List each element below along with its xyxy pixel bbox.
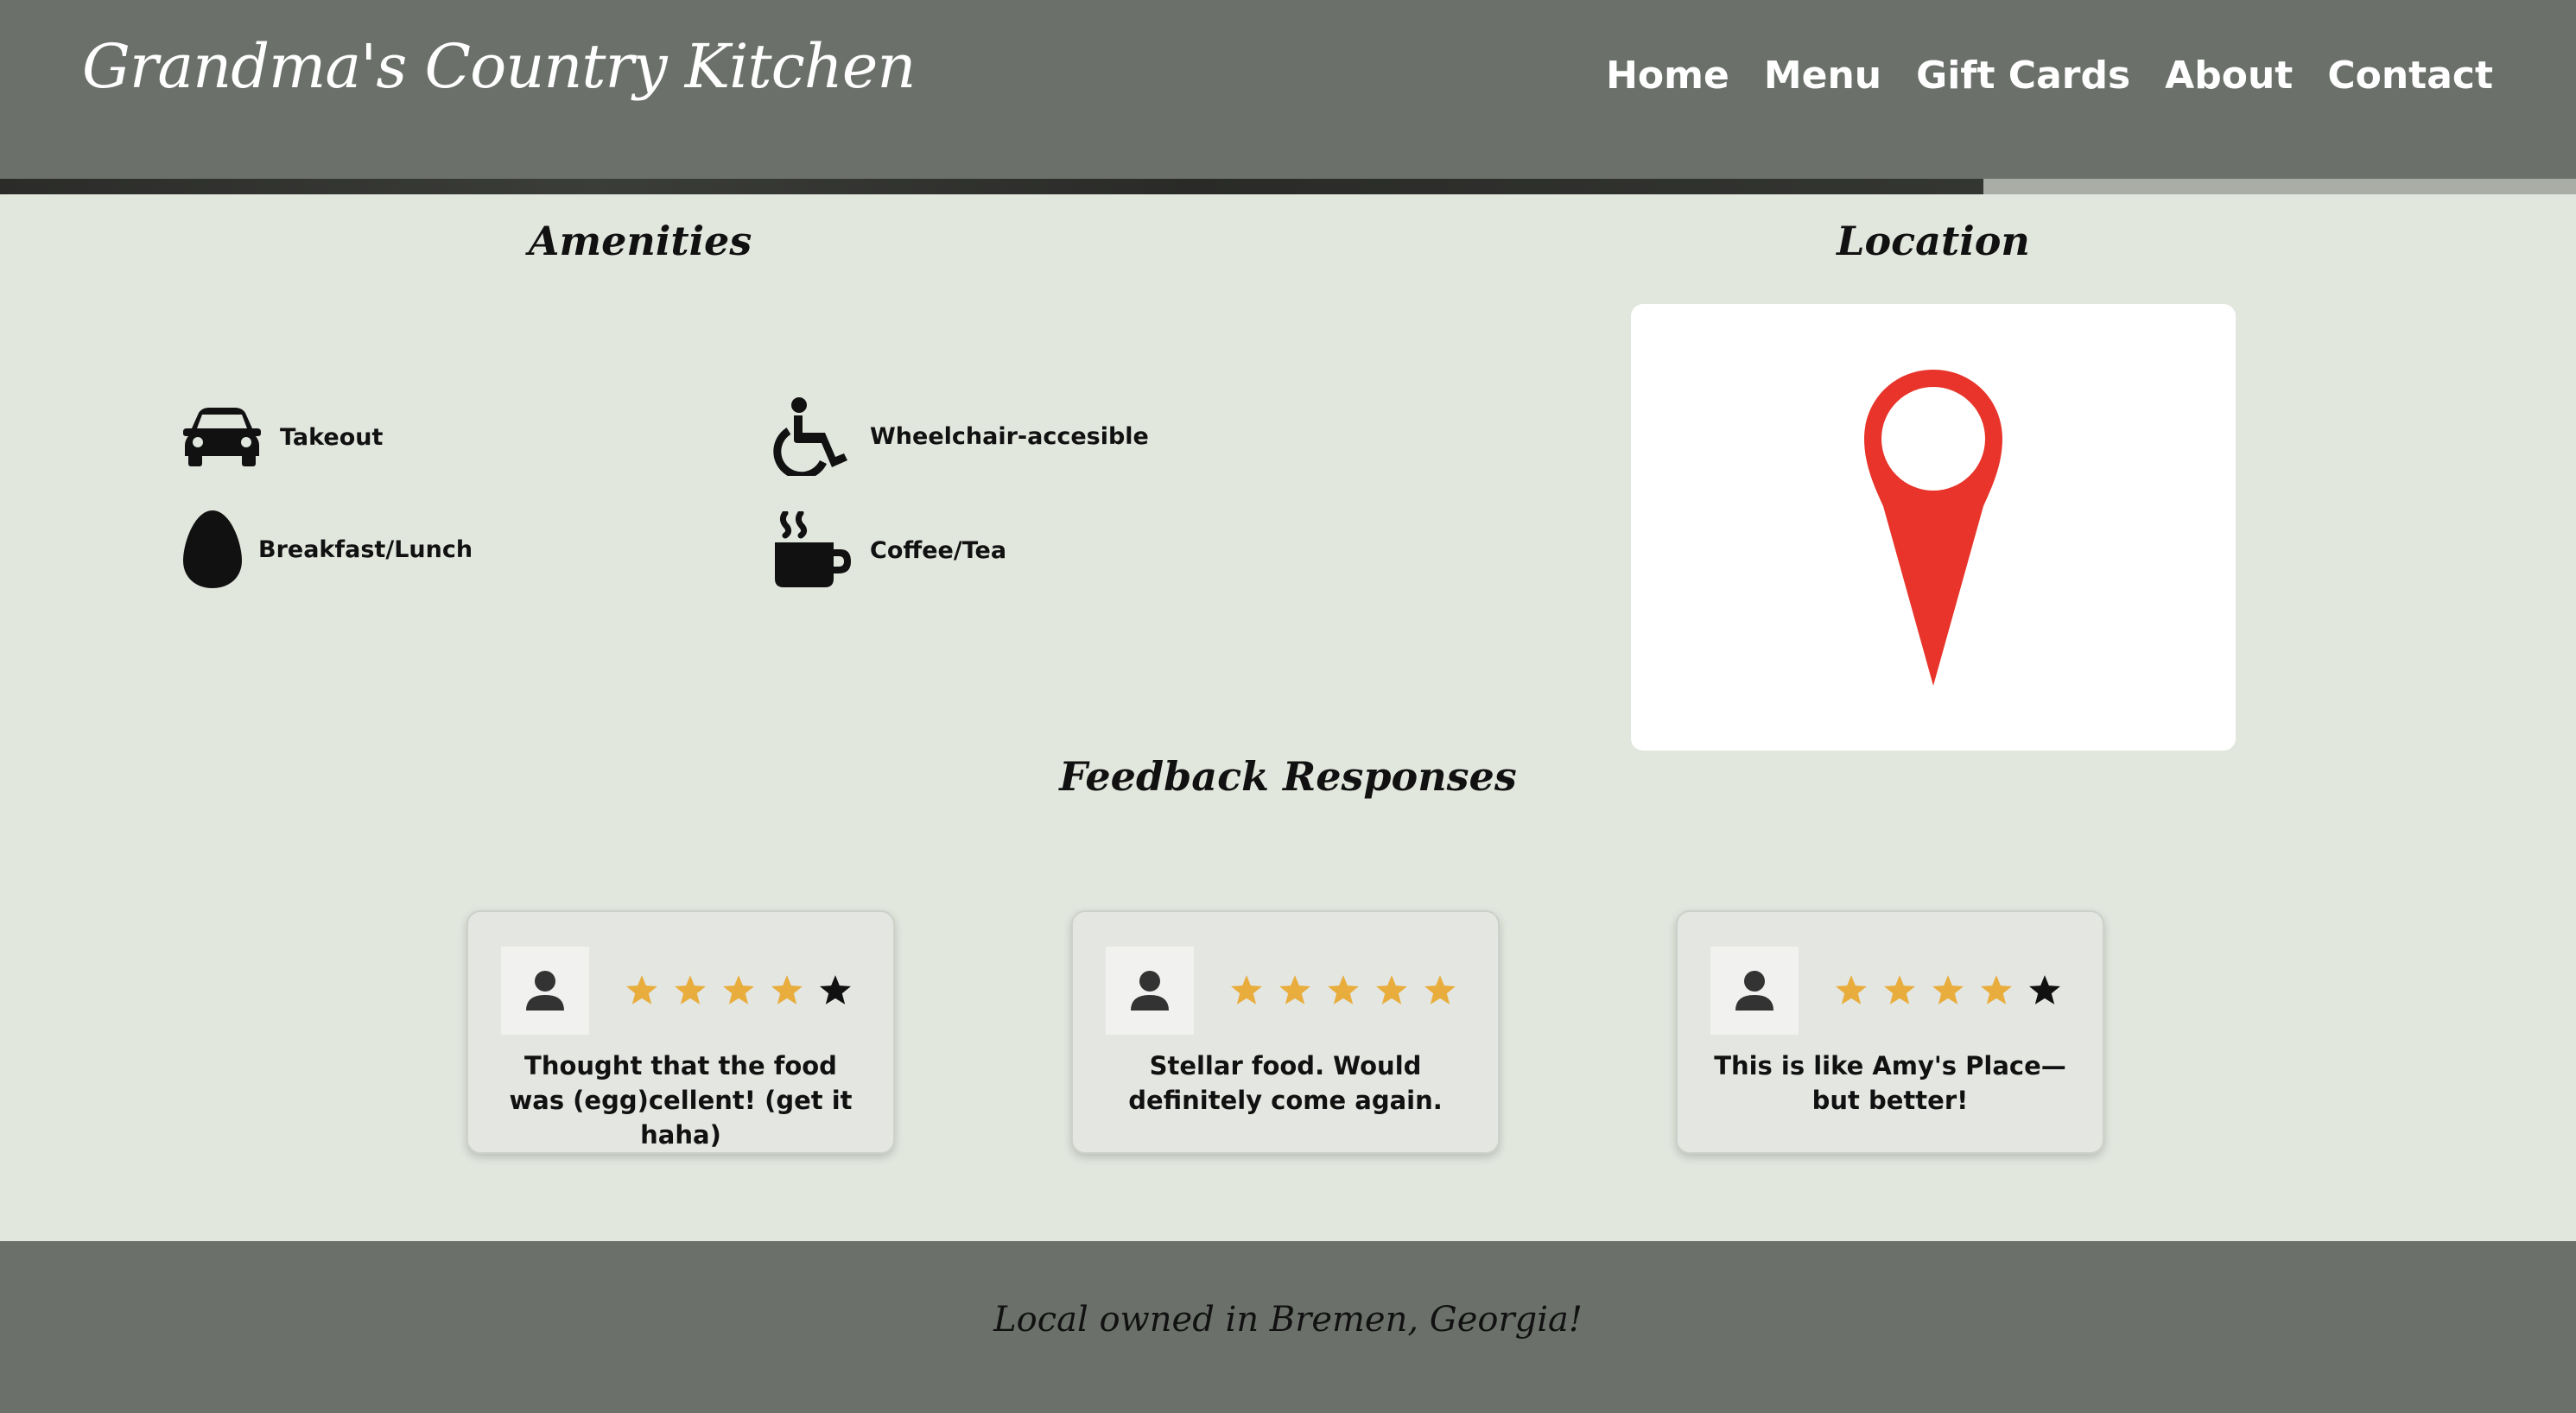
star-empty-icon [2029,975,2060,1004]
nav-gift-cards[interactable]: Gift Cards [1916,54,2130,98]
nav-about[interactable]: About [2165,54,2293,98]
star-filled-icon [1836,975,1867,1004]
star-rating [1230,974,1456,1005]
egg-icon [182,509,243,590]
nav-contact[interactable]: Contact [2327,54,2493,98]
star-filled-icon [1424,975,1456,1004]
star-filled-icon [675,975,706,1004]
amenity-breakfast-lunch: Breakfast/Lunch [182,509,473,590]
amenity-label-takeout: Takeout [280,423,384,451]
star-rating [625,974,852,1005]
amenity-label-coffee: Coffee/Tea [870,536,1007,564]
map-pin-icon [1862,368,2004,691]
user-icon [526,971,564,1011]
main-nav: Home Menu Gift Cards About Contact [1606,54,2493,98]
star-empty-icon [820,975,851,1004]
feedback-heading: Feedback Responses [1059,753,1517,800]
site-footer: Local owned in Bremen, Georgia! [0,1241,2576,1413]
star-filled-icon [1279,975,1310,1004]
avatar [1106,947,1194,1035]
star-filled-icon [626,975,657,1004]
footer-text: Local owned in Bremen, Georgia! [993,1300,1583,1340]
hero-image-strip [0,179,1983,194]
star-filled-icon [1884,975,1915,1004]
nav-menu[interactable]: Menu [1764,54,1881,98]
location-map[interactable] [1631,304,2236,751]
user-icon [1131,971,1169,1011]
hero-strip-edge [1983,179,2576,194]
star-filled-icon [1981,975,2012,1004]
car-icon [183,406,261,468]
amenity-coffee-tea: Coffee/Tea [773,511,1006,589]
avatar [501,947,589,1035]
location-heading: Location [1837,218,2030,264]
feedback-text: Thought that the food was (egg)cellent! … [509,1051,853,1150]
star-filled-icon [1932,975,1964,1004]
star-filled-icon [1328,975,1359,1004]
avatar [1710,947,1799,1035]
site-header: Grandma's Country Kitchen Home Menu Gift… [0,0,2576,179]
amenity-label-wheelchair: Wheelchair-accesible [870,422,1149,450]
user-icon [1735,971,1773,1011]
amenity-takeout: Takeout [183,406,383,468]
coffee-cup-icon [773,511,853,589]
amenity-label-breakfast: Breakfast/Lunch [258,535,473,563]
amenity-wheelchair: Wheelchair-accesible [773,396,1149,476]
wheelchair-icon [773,396,853,476]
amenities-heading: Amenities [528,218,752,264]
star-filled-icon [1376,975,1407,1004]
star-filled-icon [771,975,803,1004]
star-filled-icon [1231,975,1262,1004]
feedback-card: Thought that the food was (egg)cellent! … [466,910,895,1154]
star-rating [1835,974,2061,1005]
feedback-card: This is like Amy's Place—but better! [1676,910,2104,1154]
nav-home[interactable]: Home [1606,54,1729,98]
star-filled-icon [723,975,754,1004]
feedback-card: Stellar food. Would definitely come agai… [1071,910,1500,1154]
feedback-text: Stellar food. Would definitely come agai… [1128,1051,1443,1115]
site-title[interactable]: Grandma's Country Kitchen [82,31,916,102]
feedback-text: This is like Amy's Place—but better! [1714,1051,2066,1115]
